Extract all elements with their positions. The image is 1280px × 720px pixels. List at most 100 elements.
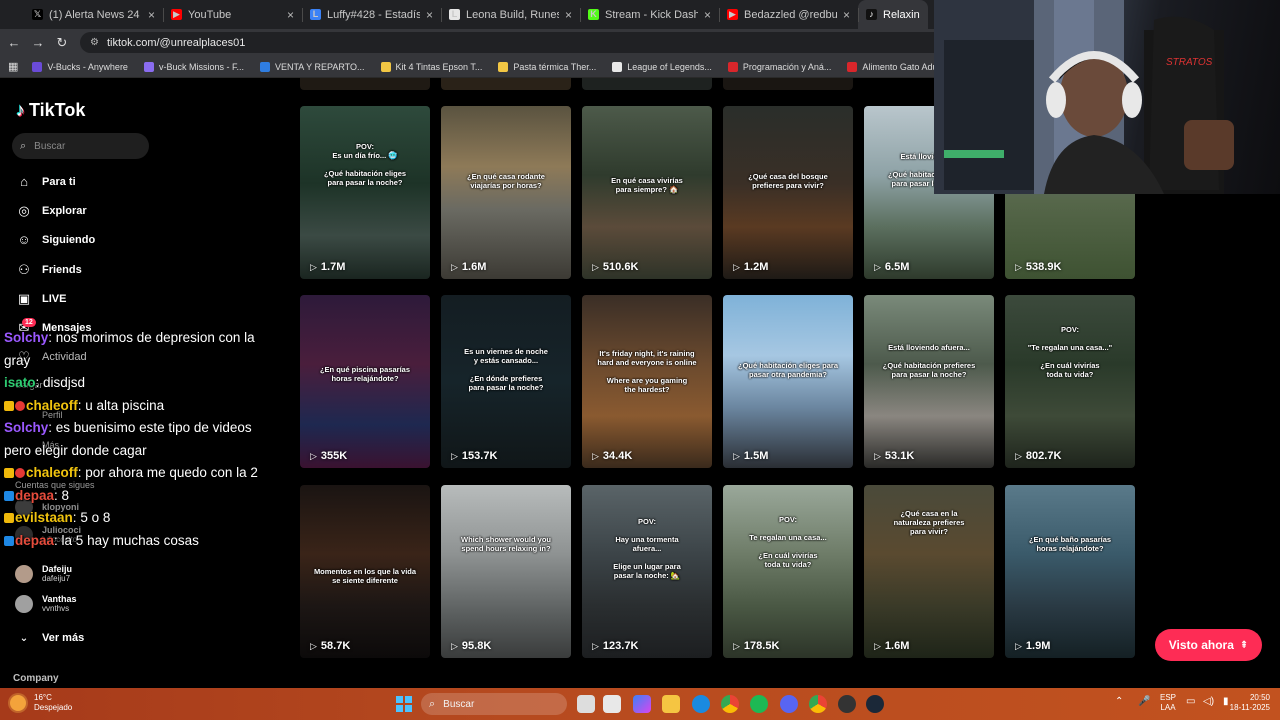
forward-icon[interactable]: → [26, 35, 50, 50]
spotify-icon[interactable] [750, 695, 768, 713]
video-thumbnail[interactable]: Está lloviendo afuera... ¿Qué habitación… [864, 295, 994, 468]
browser-tab[interactable]: ▶ Bedazzled @redbull I × [719, 0, 858, 29]
arrow-up-icon: ⇞ [1239, 639, 1249, 651]
chat-username: depaa [15, 532, 55, 548]
file-explorer-icon[interactable] [662, 695, 680, 713]
site-info-icon[interactable]: ⚙ [90, 37, 99, 48]
bookmark-favicon-icon [380, 61, 391, 72]
video-thumbnail[interactable]: POV: Hay una tormenta afuera... Elige un… [582, 485, 712, 658]
store-icon[interactable] [603, 695, 621, 713]
video-thumbnail[interactable]: En qué casa vivirías para siempre? 🏠 ▷ 510… [582, 106, 712, 279]
sidebar-item-live[interactable]: ▣ LIVE [15, 291, 67, 307]
bookmark-item[interactable]: V-Bucks - Anywhere [32, 61, 128, 72]
browser-tab[interactable]: 𝕏 (1) Alerta News 24 en X: ' × [24, 0, 163, 29]
bookmark-item[interactable]: v-Buck Missions - F... [143, 61, 244, 72]
steam-icon[interactable] [866, 695, 884, 713]
video-thumbnail[interactable]: Momentos en los que la vida se siente di… [300, 485, 430, 658]
windows-start-icon[interactable] [396, 696, 412, 712]
bookmark-label: VENTA Y REPARTO... [274, 61, 365, 72]
browser-tab[interactable]: L Luffy#428 - Estadísticas d × [302, 0, 441, 29]
video-thumbnail-partial[interactable] [582, 78, 712, 90]
watched-now-label: Visto ahora [1168, 638, 1234, 652]
see-more-button[interactable]: ⌄ Ver más [15, 632, 84, 644]
browser-tab[interactable]: L Leona Build, Runes, and I × [441, 0, 580, 29]
weather-widget[interactable]: 16°C Despejado [10, 693, 72, 713]
video-views: ▷ 1.5M [733, 450, 768, 462]
bookmark-item[interactable]: Pasta térmica Ther... [498, 61, 596, 72]
video-thumbnail[interactable]: POV: "Te regalan una casa..." ¿En cuál v… [1005, 295, 1135, 468]
tab-close-icon[interactable]: × [426, 8, 433, 22]
video-thumbnail[interactable]: ¿En qué piscina pasarías horas relajándo… [300, 295, 430, 468]
video-thumbnail[interactable]: Es un viernes de noche y estás cansado..… [441, 295, 571, 468]
tab-close-icon[interactable]: × [287, 8, 294, 22]
back-icon[interactable]: ← [2, 35, 26, 50]
clock[interactable]: 20:50 18-11-2025 [1228, 693, 1270, 713]
sidebar-item-friends[interactable]: ⚇ Friends [15, 262, 82, 278]
chrome-active-icon[interactable] [809, 695, 827, 713]
video-thumbnail[interactable]: ¿En qué casa rodante viajarías por horas… [441, 106, 571, 279]
obs-icon[interactable] [838, 695, 856, 713]
bookmark-item[interactable]: Kit 4 Tintas Epson T... [380, 61, 482, 72]
browser-tab[interactable]: ▶ YouTube × [163, 0, 302, 29]
video-thumbnail[interactable]: POV: Te regalan una casa... ¿En cuál viv… [723, 485, 853, 658]
tiktok-logo[interactable]: ♪ TikTok [16, 100, 85, 121]
video-thumbnail-partial[interactable] [723, 78, 853, 90]
video-caption: ¿Qué casa del bosque prefieres para vivi… [748, 172, 828, 190]
friends-icon: ⚇ [18, 262, 30, 277]
tab-favicon-icon: L [449, 9, 460, 20]
video-thumbnail[interactable]: Which shower would you spend hours relax… [441, 485, 571, 658]
chat-text: 8 [61, 487, 70, 503]
sidebar-item-explorar[interactable]: ◎ Explorar [15, 203, 86, 219]
video-thumbnail[interactable]: ¿Qué casa en la naturaleza prefieres par… [864, 485, 994, 658]
play-icon: ▷ [310, 640, 317, 651]
chat-text: por ahora me quedo con la 2 [85, 465, 258, 480]
network-icon[interactable]: ▭ [1186, 697, 1195, 707]
watched-now-button[interactable]: Visto ahora ⇞ [1155, 629, 1262, 661]
microphone-icon[interactable]: 🎤 [1138, 697, 1150, 707]
tab-close-icon[interactable]: × [843, 8, 850, 22]
copilot-icon[interactable] [633, 695, 651, 713]
video-thumbnail[interactable]: ¿Qué casa del bosque prefieres para vivi… [723, 106, 853, 279]
bookmark-item[interactable]: Alimento Gato Adul... [847, 61, 947, 72]
video-thumbnail[interactable]: ¿Qué habitación eliges para pasar otra p… [723, 295, 853, 468]
sidebar-item-para-ti[interactable]: ⌂ Para ti [15, 174, 76, 189]
reload-icon[interactable]: ↻ [50, 35, 74, 51]
video-thumbnail[interactable]: ¿En qué baño pasarías horas relajándote?… [1005, 485, 1135, 658]
play-icon: ▷ [1015, 640, 1022, 651]
task-view-icon[interactable] [577, 695, 595, 713]
volume-icon[interactable]: ◁) [1203, 697, 1214, 707]
tab-close-icon[interactable]: × [704, 8, 711, 22]
video-thumbnail-partial[interactable] [441, 78, 571, 90]
view-count: 1.6M [884, 640, 910, 652]
language-label: ESP [1160, 693, 1177, 702]
followed-account[interactable]: Vanthas vvnthvs [15, 594, 77, 614]
footer-company[interactable]: Company [13, 673, 59, 684]
chrome-icon[interactable] [721, 695, 739, 713]
video-thumbnail[interactable]: It's friday night, it's raining hard and… [582, 295, 712, 468]
tiktok-logo-text: TikTok [29, 100, 86, 120]
bookmark-item[interactable]: VENTA Y REPARTO... [259, 61, 365, 72]
edge-icon[interactable] [692, 695, 710, 713]
browser-tab[interactable]: ♪ RelaxingVideos [858, 0, 928, 29]
followed-account[interactable]: Dafeiju dafeiju7 [15, 564, 72, 584]
video-thumbnail-partial[interactable] [300, 78, 430, 90]
language-indicator[interactable]: ESP LAA [1160, 693, 1176, 713]
search-input[interactable]: ⌕ Buscar [12, 133, 149, 159]
view-count: 1.5M [743, 450, 769, 462]
tab-close-icon[interactable]: × [148, 8, 155, 22]
discord-icon[interactable] [780, 695, 798, 713]
sidebar-item-siguiendo[interactable]: ☺ Siguiendo [15, 232, 95, 247]
tab-title: YouTube [188, 8, 232, 21]
tray-chevron-up-icon[interactable]: ⌃ [1115, 697, 1123, 707]
chat-text: gray [4, 352, 31, 368]
browser-tab[interactable]: K Stream - Kick Dashboard × [580, 0, 719, 29]
view-count: 95.8K [461, 640, 492, 652]
apps-icon[interactable]: ▦ [8, 60, 18, 73]
video-caption: Es un viernes de noche y estás cansado..… [464, 347, 548, 392]
play-icon: ▷ [874, 450, 881, 461]
taskbar-search-input[interactable]: ⌕ Buscar [421, 693, 567, 715]
bookmark-item[interactable]: League of Legends... [612, 61, 712, 72]
video-thumbnail[interactable]: POV: Es un día frío... 🥶 ¿Qué habitación… [300, 106, 430, 279]
tab-close-icon[interactable]: × [565, 8, 572, 22]
bookmark-item[interactable]: Programación y Aná... [727, 61, 831, 72]
